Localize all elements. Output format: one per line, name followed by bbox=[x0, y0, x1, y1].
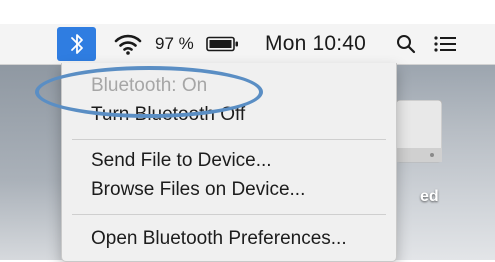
menu-bar-clock[interactable]: Mon 10:40 bbox=[265, 24, 366, 64]
menu-bar: 97 % Mon 10:40 bbox=[0, 24, 495, 65]
menu-separator bbox=[72, 214, 386, 215]
drive-icon[interactable] bbox=[392, 100, 442, 180]
battery-percentage[interactable]: 97 % bbox=[155, 24, 194, 64]
browse-files-item[interactable]: Browse Files on Device... bbox=[91, 178, 305, 202]
wifi-menu-extra[interactable] bbox=[113, 24, 143, 64]
list-icon bbox=[434, 36, 456, 52]
drive-label: ed bbox=[420, 188, 439, 205]
spotlight-button[interactable] bbox=[393, 24, 419, 64]
battery-menu-extra[interactable] bbox=[206, 24, 242, 64]
notification-center-button[interactable] bbox=[428, 24, 462, 64]
bluetooth-icon bbox=[70, 34, 83, 54]
menu-separator bbox=[72, 139, 386, 140]
send-file-item[interactable]: Send File to Device... bbox=[91, 149, 272, 173]
bluetooth-menu-extra[interactable] bbox=[57, 27, 96, 61]
bluetooth-dropdown-menu: Bluetooth: On Turn Bluetooth Off Send Fi… bbox=[61, 63, 397, 262]
battery-icon bbox=[206, 36, 238, 52]
open-bluetooth-preferences-item[interactable]: Open Bluetooth Preferences... bbox=[91, 227, 347, 251]
search-icon bbox=[397, 35, 416, 54]
bluetooth-status: Bluetooth: On bbox=[91, 75, 208, 96]
turn-bluetooth-off-item[interactable]: Turn Bluetooth Off bbox=[91, 103, 245, 127]
wifi-icon bbox=[114, 34, 142, 55]
